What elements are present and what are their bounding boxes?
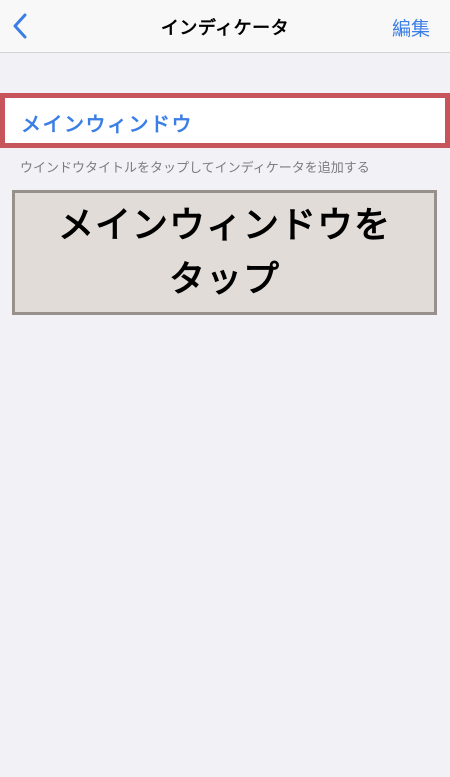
section-footer-note: ウインドウタイトルをタップしてインディケータを追加する <box>20 161 370 176</box>
main-window-cell[interactable]: メインウィンドウ <box>0 93 450 148</box>
main-window-label: メインウィンドウ <box>21 112 193 136</box>
edit-button[interactable]: 編集 <box>392 14 430 41</box>
navigation-bar: インディケータ 編集 <box>0 0 450 53</box>
instruction-callout-text: メインウィンドウを タップ <box>57 204 391 300</box>
page-title: インディケータ <box>160 18 290 39</box>
instruction-callout: メインウィンドウを タップ <box>12 190 437 315</box>
